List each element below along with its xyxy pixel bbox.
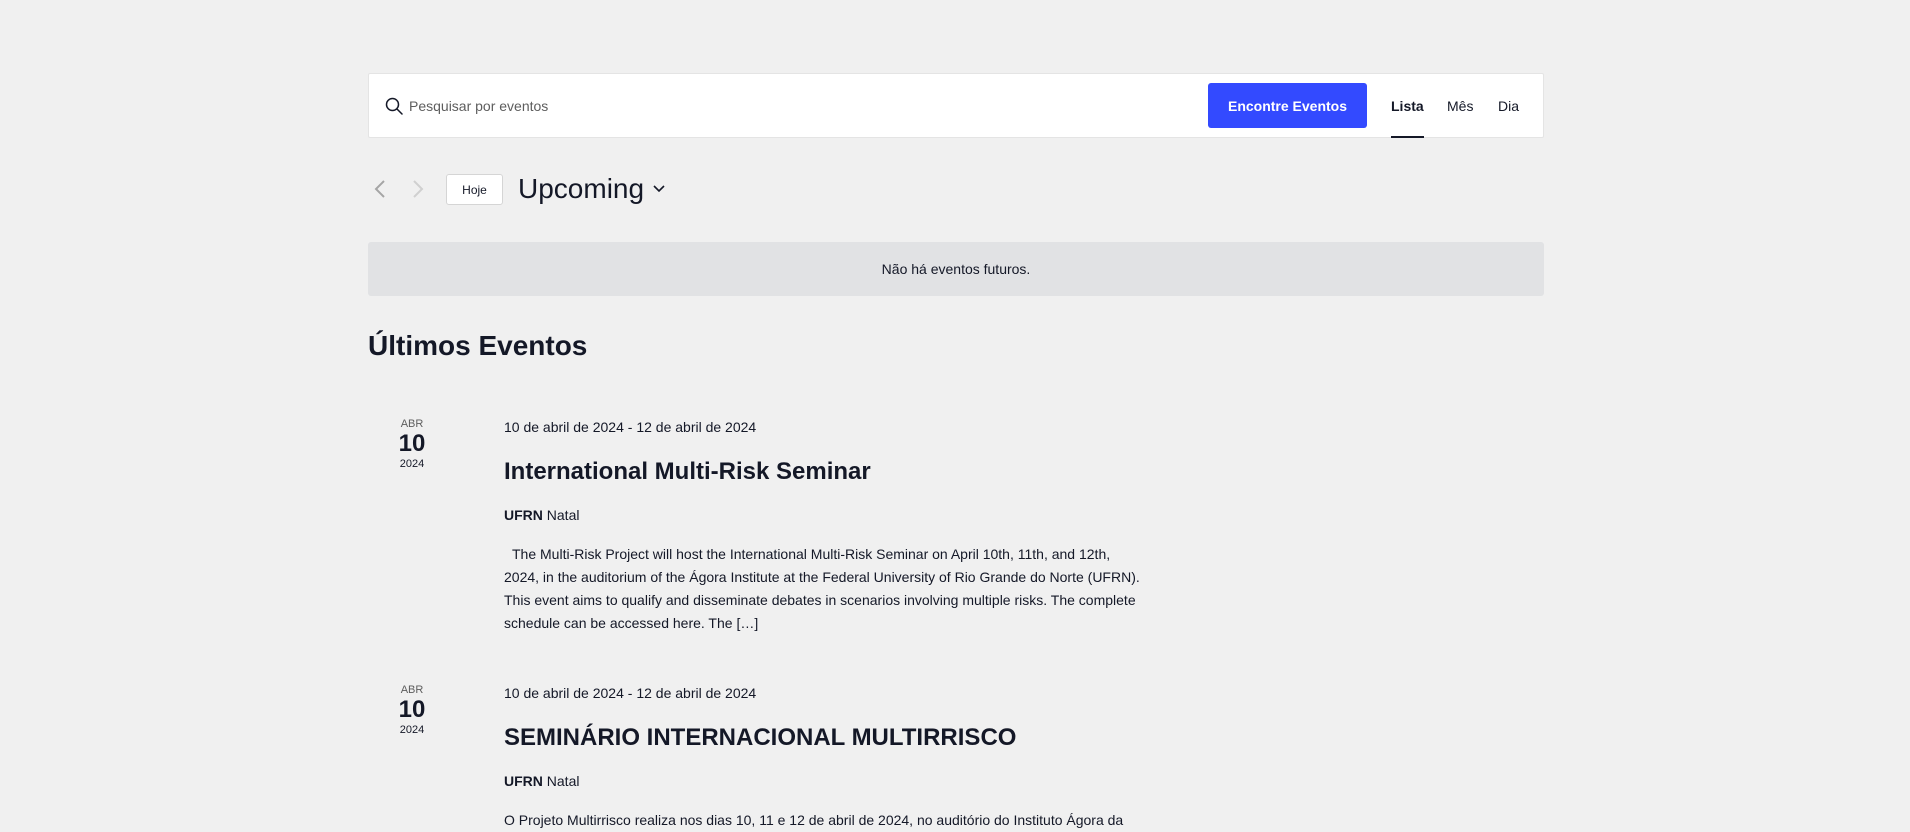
events-search-bar: Encontre Eventos Lista Mês Dia: [368, 73, 1544, 138]
chevron-right-icon[interactable]: [408, 178, 428, 200]
chevron-down-icon: [653, 185, 665, 193]
find-events-button[interactable]: Encontre Eventos: [1208, 83, 1367, 128]
event-venue: UFRN Natal: [504, 773, 1144, 789]
event-venue-city: Natal: [546, 507, 580, 523]
event-day: 10: [398, 430, 426, 457]
tab-mes[interactable]: Mês: [1447, 74, 1473, 138]
event-title-link[interactable]: SEMINÁRIO INTERNACIONAL MULTIRRISCO: [504, 724, 1144, 752]
no-events-notice: Não há eventos futuros.: [368, 242, 1544, 296]
event-date-tag: ABR 10 2024: [382, 418, 442, 470]
event-venue-city: Natal: [546, 773, 580, 789]
event-month: ABR: [400, 684, 424, 696]
event-month: ABR: [400, 418, 424, 430]
event-datetime: 10 de abril de 2024 - 12 de abril de 202…: [504, 419, 757, 435]
event-venue-name: UFRN: [504, 507, 543, 523]
date-range-selector[interactable]: Upcoming: [518, 171, 666, 207]
event-year: 2024: [399, 458, 425, 470]
event-day: 10: [398, 696, 426, 723]
tab-lista[interactable]: Lista: [1391, 74, 1424, 138]
event-datetime: 10 de abril de 2024 - 12 de abril de 202…: [504, 685, 757, 701]
date-range-label: Upcoming: [518, 173, 645, 204]
event-venue-name: UFRN: [504, 773, 543, 789]
event-description: O Projeto Multirrisco realiza nos dias 1…: [504, 812, 1124, 828]
today-button[interactable]: Hoje: [446, 174, 503, 205]
event-year: 2024: [399, 724, 425, 736]
event-venue: UFRN Natal: [504, 507, 1144, 523]
section-title: Últimos Eventos: [368, 330, 588, 361]
event-date-tag: ABR 10 2024: [382, 684, 442, 736]
chevron-left-icon[interactable]: [370, 178, 390, 200]
event-title-link[interactable]: International Multi-Risk Seminar: [504, 458, 1144, 486]
event-body: 10 de abril de 2024 - 12 de abril de 202…: [504, 685, 1144, 832]
search-icon: [385, 97, 403, 115]
search-input[interactable]: [409, 92, 1109, 120]
tab-dia[interactable]: Dia: [1498, 74, 1519, 138]
event-body: 10 de abril de 2024 - 12 de abril de 202…: [504, 419, 1144, 635]
event-description: The Multi-Risk Project will host the Int…: [504, 546, 1140, 631]
